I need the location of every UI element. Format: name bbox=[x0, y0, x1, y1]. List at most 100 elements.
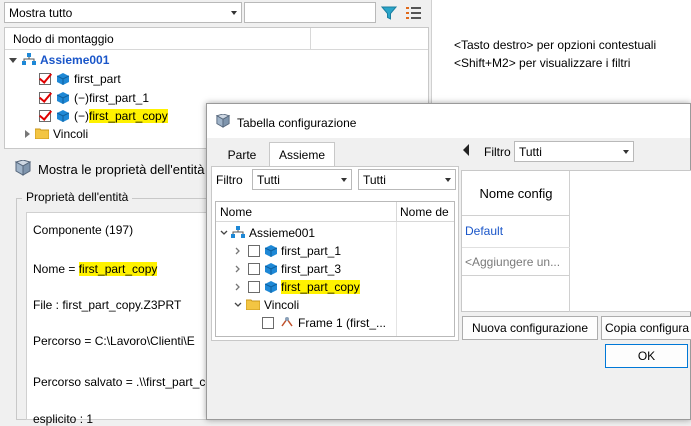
column-divider[interactable] bbox=[310, 28, 311, 50]
chevron-right-icon[interactable] bbox=[234, 244, 242, 258]
tree-item-label: first_part_1 bbox=[89, 91, 150, 105]
chevron-down-icon bbox=[623, 149, 629, 154]
tree-root-label: Assieme001 bbox=[40, 53, 110, 67]
ok-label: OK bbox=[637, 349, 656, 363]
add-config-row[interactable]: <Aggiungere un... bbox=[462, 248, 570, 276]
config-default[interactable]: Default bbox=[465, 224, 503, 238]
column-divider-line bbox=[396, 222, 397, 336]
config-tree-item-label: first_part_copy bbox=[281, 280, 360, 294]
new-configuration-label: Nuova configurazione bbox=[471, 321, 589, 335]
right-filter-dropdown[interactable]: Tutti bbox=[514, 141, 634, 162]
copy-configuration-button[interactable]: Copia configura bbox=[601, 316, 691, 340]
hint-area: <Tasto destro> per opzioni contestuali <… bbox=[431, 0, 691, 108]
frame-constraint-icon bbox=[280, 316, 294, 331]
config-tree-item[interactable]: first_part_copy bbox=[234, 278, 360, 296]
assembly-tab-pane: Filtro Tutti Tutti Nome Nome de Assieme0… bbox=[211, 166, 459, 341]
hint-right-click: <Tasto destro> per opzioni contestuali bbox=[454, 38, 657, 52]
search-input[interactable] bbox=[244, 2, 376, 23]
copy-configuration-label: Copia configura bbox=[605, 321, 690, 335]
filter-dropdown-2[interactable]: Tutti bbox=[358, 169, 456, 190]
tree-root-row[interactable]: Assieme001 bbox=[9, 51, 109, 69]
dialog-title: Tabella configurazione bbox=[237, 116, 357, 130]
include-checkbox[interactable] bbox=[248, 281, 260, 293]
dialog-title-bar[interactable]: Tabella configurazione bbox=[207, 104, 690, 138]
tree-item-label: first_part bbox=[74, 72, 121, 86]
col-name[interactable]: Nome bbox=[220, 205, 252, 219]
config-table-dialog: Tabella configurazione Parte Assieme Fil… bbox=[206, 103, 691, 420]
visibility-checkbox[interactable] bbox=[39, 92, 51, 104]
config-tree-constraints[interactable]: Vincoli bbox=[234, 296, 299, 314]
dialog-app-icon bbox=[215, 113, 231, 131]
config-tree-item-label: Frame 1 (first_... bbox=[298, 316, 387, 330]
chevron-right-icon[interactable] bbox=[234, 280, 242, 294]
column-divider[interactable] bbox=[396, 202, 397, 222]
include-checkbox[interactable] bbox=[248, 245, 260, 257]
tree-item-first-part-1[interactable]: (−) first_part_1 bbox=[39, 89, 149, 107]
prop-explicit: esplicito : 1 bbox=[33, 412, 94, 426]
folder-icon bbox=[34, 127, 50, 142]
tree-item-prefix: (−) bbox=[74, 109, 89, 123]
chevron-down-icon bbox=[231, 10, 237, 15]
visibility-checkbox[interactable] bbox=[39, 73, 51, 85]
collapse-left-icon[interactable] bbox=[463, 144, 469, 156]
tree-header: Nodo di montaggio bbox=[5, 28, 428, 50]
chevron-down-icon[interactable] bbox=[220, 226, 228, 240]
config-tree-header: Nome Nome de bbox=[216, 202, 454, 222]
include-checkbox[interactable] bbox=[248, 263, 260, 275]
config-tree-frame[interactable]: Frame 1 (first_... bbox=[262, 314, 386, 332]
tree-item-constraints[interactable]: Vincoli bbox=[25, 125, 88, 143]
tree-item-prefix: (−) bbox=[74, 91, 89, 105]
tab-assieme[interactable]: Assieme bbox=[269, 142, 335, 167]
tree-item-first-part-copy[interactable]: (−) first_part_copy bbox=[39, 107, 168, 125]
expand-icon[interactable] bbox=[25, 130, 30, 138]
config-tree-table: Nome Nome de Assieme001 first_part_1 fir… bbox=[215, 201, 455, 337]
part-cube-icon bbox=[265, 245, 277, 257]
config-tree-root[interactable]: Assieme001 bbox=[220, 224, 315, 242]
filter-dropdown-1[interactable]: Tutti bbox=[252, 169, 352, 190]
part-cube-icon bbox=[57, 110, 69, 122]
chevron-down-icon[interactable] bbox=[234, 298, 242, 312]
tree-item-first-part[interactable]: first_part bbox=[39, 70, 121, 88]
include-checkbox[interactable] bbox=[262, 317, 274, 329]
part-cube-icon bbox=[265, 263, 277, 275]
display-filter-dropdown[interactable]: Mostra tutto bbox=[4, 2, 242, 23]
prop-component: Componente (197) bbox=[33, 223, 134, 237]
tab-parte[interactable]: Parte bbox=[217, 144, 267, 166]
filter-label: Filtro bbox=[216, 173, 243, 187]
folder-icon bbox=[245, 298, 261, 313]
assembly-icon bbox=[22, 52, 36, 68]
chevron-down-icon bbox=[445, 177, 451, 182]
filter-icon[interactable] bbox=[379, 2, 399, 23]
config-tree-item[interactable]: first_part_3 bbox=[234, 260, 341, 278]
ok-button[interactable]: OK bbox=[605, 344, 688, 368]
add-config-label: <Aggiungere un... bbox=[465, 254, 561, 269]
prop-name-value: first_part_copy bbox=[78, 262, 158, 276]
config-header-label: Nome config bbox=[479, 185, 553, 201]
prop-file: File : first_part_copy.Z3PRT bbox=[33, 298, 182, 312]
part-cube-icon bbox=[57, 73, 69, 85]
expand-icon[interactable] bbox=[9, 57, 17, 63]
chevron-right-icon[interactable] bbox=[234, 262, 242, 276]
props-icon bbox=[14, 159, 32, 179]
config-column: Nome config Default <Aggiungere un... bbox=[462, 171, 570, 312]
chevron-down-icon bbox=[341, 177, 347, 182]
visibility-checkbox[interactable] bbox=[39, 110, 51, 122]
config-header: Nome config bbox=[462, 171, 570, 216]
tab-label: Parte bbox=[227, 148, 257, 162]
prop-path: Percorso = C:\Lavoro\Clienti\E bbox=[33, 334, 195, 348]
part-cube-icon bbox=[265, 281, 277, 293]
list-settings-icon[interactable] bbox=[403, 2, 425, 23]
tree-item-label: Vincoli bbox=[53, 127, 89, 141]
part-cube-icon bbox=[57, 92, 69, 104]
col-name-de[interactable]: Nome de bbox=[400, 205, 449, 219]
prop-name-key: Nome = bbox=[33, 262, 79, 276]
hint-shift-m2: <Shift+M2> per visualizzare i filtri bbox=[454, 56, 631, 70]
config-tree-item-label: first_part_1 bbox=[281, 244, 342, 258]
new-configuration-button[interactable]: Nuova configurazione bbox=[462, 316, 598, 340]
tree-header-label: Nodo di montaggio bbox=[13, 32, 114, 46]
tree-item-label: first_part_copy bbox=[89, 109, 168, 123]
filter-dropdown-value: Tutti bbox=[257, 172, 280, 187]
tab-label: Assieme bbox=[278, 148, 325, 162]
right-filter-value: Tutti bbox=[519, 144, 542, 159]
config-tree-item[interactable]: first_part_1 bbox=[234, 242, 341, 260]
